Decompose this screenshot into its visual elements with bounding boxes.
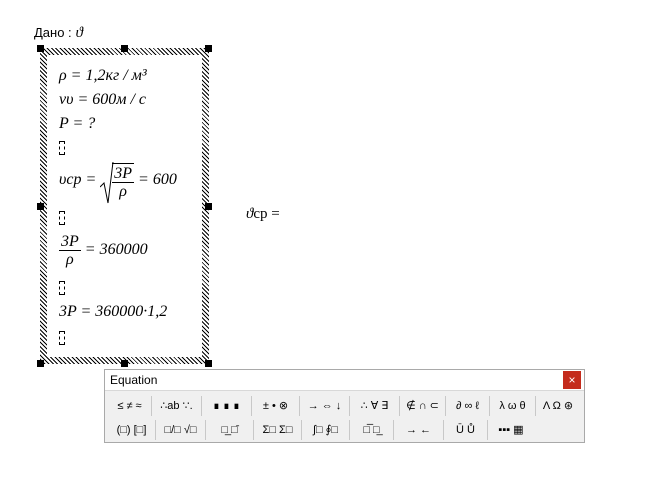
logical-symbols-button[interactable]: ∴ ∀ ∃ xyxy=(350,396,400,416)
given-symbol: ϑ xyxy=(75,25,84,41)
speed-rhs: = 600 xyxy=(138,171,177,189)
spaces-ellipses-button[interactable]: ∴ab ∵. xyxy=(152,396,202,416)
labeled-arrow-templates-button[interactable]: → ← xyxy=(394,420,444,440)
set-theory-symbols-button[interactable]: ∉ ∩ ⊂ xyxy=(400,396,446,416)
fraction-denominator: ρ xyxy=(66,251,74,268)
resize-handle-bottom[interactable] xyxy=(121,360,128,367)
embellishments-button[interactable]: ∎ ∎ ∎ xyxy=(202,396,252,416)
resize-handle-bottom-right[interactable] xyxy=(205,360,212,367)
empty-placeholder[interactable] xyxy=(59,141,65,155)
resize-handle-top-right[interactable] xyxy=(205,45,212,52)
equation-object-frame[interactable]: ρ = 1,2кг / м³ νυ = 600м / с P = ? υср =… xyxy=(37,45,212,367)
fraction-numerator: 3P xyxy=(59,233,81,251)
operator-symbols-button[interactable]: ± • ⊗ xyxy=(252,396,300,416)
relational-symbols-button[interactable]: ≤ ≠ ≈ xyxy=(108,396,152,416)
fence-templates-button[interactable]: (□) [□] xyxy=(108,420,156,440)
empty-placeholder[interactable] xyxy=(59,211,65,225)
resize-handle-bottom-left[interactable] xyxy=(37,360,44,367)
resize-handle-top[interactable] xyxy=(121,45,128,52)
close-button[interactable]: × xyxy=(563,371,581,389)
sqrt-expression: 3P ρ xyxy=(100,161,135,204)
equation-pressure-unknown[interactable]: P = ? xyxy=(59,115,95,133)
equation-fraction-result[interactable]: 3P ρ = 360000 xyxy=(59,233,148,268)
products-set-theory-templates-button[interactable]: Ū Ů xyxy=(444,420,488,440)
given-label: Дано :ϑ xyxy=(34,25,83,42)
equation-density[interactable]: ρ = 1,2кг / м³ xyxy=(59,67,147,85)
equation-3p[interactable]: 3P = 360000·1,2 xyxy=(59,303,167,321)
misc-symbols-button[interactable]: ∂ ∞ ℓ xyxy=(446,396,490,416)
resize-handle-top-left[interactable] xyxy=(37,45,44,52)
fraction-denominator: ρ xyxy=(119,183,127,200)
result-rhs: = 360000 xyxy=(84,241,148,259)
given-text: Дано : xyxy=(34,25,72,40)
result-fraction: 3P ρ xyxy=(59,233,81,268)
greek-lowercase-button[interactable]: λ ω θ xyxy=(490,396,536,416)
resize-handle-right[interactable] xyxy=(205,203,212,210)
empty-placeholder[interactable] xyxy=(59,281,65,295)
speed-label: ϑср = xyxy=(246,206,280,223)
resize-handle-left[interactable] xyxy=(37,203,44,210)
empty-placeholder[interactable] xyxy=(59,331,65,345)
toolbar-row-symbols: ≤ ≠ ≈ ∴ab ∵. ∎ ∎ ∎ ± • ⊗ → ⇔ ↓ ∴ ∀ ∃ ∉ ∩… xyxy=(108,396,584,418)
underbar-overbar-templates-button[interactable]: □̅ □̲ xyxy=(350,420,394,440)
speed-lhs: υср = xyxy=(59,171,97,189)
sqrt-icon xyxy=(100,161,114,204)
equation-speed-formula[interactable]: υср = 3P ρ = 600 xyxy=(59,161,177,204)
subscript-superscript-templates-button[interactable]: □̲ □̄ xyxy=(206,420,254,440)
equation-toolbar-titlebar[interactable]: Equation × xyxy=(105,370,584,391)
fraction-numerator: 3P xyxy=(112,165,135,183)
toolbar-row-templates: (□) [□] □/□ √□ □̲ □̄ Σ□ Σ□ ∫□ ∮□ □̅ □̲ →… xyxy=(108,420,584,442)
equation-toolbar-title: Equation xyxy=(110,373,158,387)
speed-text: ср = xyxy=(253,206,280,222)
summation-templates-button[interactable]: Σ□ Σ□ xyxy=(254,420,302,440)
fraction-radical-templates-button[interactable]: □/□ √□ xyxy=(156,420,206,440)
equation-editor-area[interactable]: ρ = 1,2кг / м³ νυ = 600м / с P = ? υср =… xyxy=(47,55,202,357)
equation-toolbar-window: Equation × ≤ ≠ ≈ ∴ab ∵. ∎ ∎ ∎ ± • ⊗ → ⇔ … xyxy=(104,369,585,443)
arrow-symbols-button[interactable]: → ⇔ ↓ xyxy=(300,396,350,416)
integral-templates-button[interactable]: ∫□ ∮□ xyxy=(302,420,350,440)
sqrt-fraction: 3P ρ xyxy=(112,163,135,200)
greek-uppercase-button[interactable]: Λ Ω ⊛ xyxy=(536,396,580,416)
matrix-templates-button[interactable]: ▪▪▪ ▦ xyxy=(488,420,534,440)
equation-velocity[interactable]: νυ = 600м / с xyxy=(59,91,146,109)
